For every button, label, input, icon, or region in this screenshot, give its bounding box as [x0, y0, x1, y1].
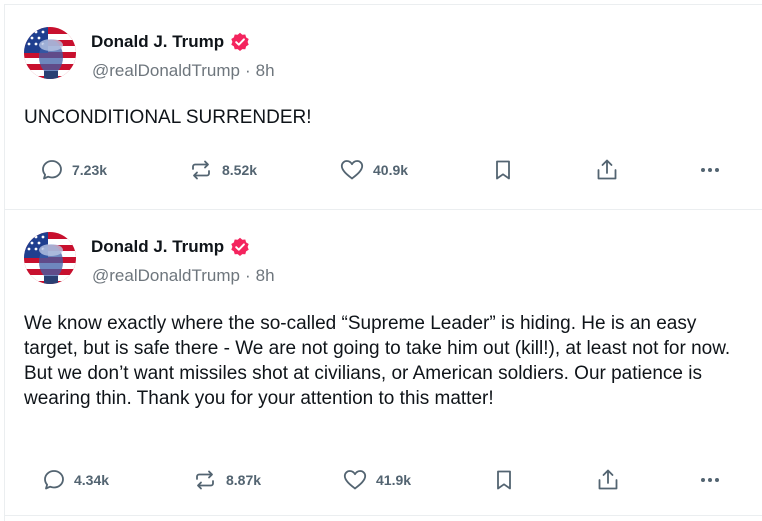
bookmark-icon	[492, 158, 514, 182]
avatar[interactable]	[24, 232, 76, 284]
feed-divider	[4, 515, 762, 516]
repost-icon	[192, 468, 218, 492]
meta-separator: ·	[244, 61, 251, 80]
post-text: UNCONDITIONAL SURRENDER!	[24, 107, 312, 128]
reply-count: 7.23k	[72, 162, 108, 178]
bookmark-button[interactable]	[492, 155, 514, 185]
share-button[interactable]	[594, 155, 620, 185]
author-name[interactable]: Donald J. Trump	[91, 237, 224, 257]
like-count: 40.9k	[373, 162, 409, 178]
reply-button[interactable]: 4.34k	[42, 465, 109, 495]
repost-icon	[188, 158, 214, 182]
verified-badge-icon	[230, 32, 250, 52]
bookmark-button[interactable]	[493, 465, 515, 495]
reply-button[interactable]: 7.23k	[40, 155, 107, 185]
more-button[interactable]	[698, 465, 722, 495]
author-name[interactable]: Donald J. Trump	[91, 32, 224, 52]
reply-icon	[40, 158, 64, 182]
repost-button[interactable]: 8.52k	[188, 155, 257, 185]
heart-icon	[342, 468, 368, 492]
reply-count: 4.34k	[74, 472, 110, 488]
share-icon	[594, 157, 620, 183]
share-button[interactable]	[595, 465, 621, 495]
like-count: 41.9k	[376, 472, 412, 488]
avatar[interactable]	[24, 27, 76, 79]
repost-count: 8.87k	[226, 472, 262, 488]
reply-icon	[42, 468, 66, 492]
repost-count: 8.52k	[222, 162, 258, 178]
feed: Donald J. Trump @realDonaldTrump · 8h UNCO…	[4, 0, 762, 521]
heart-icon	[339, 158, 365, 182]
post[interactable]: Donald J. Trump @realDonaldTrump · 8h We k…	[4, 209, 762, 516]
more-icon	[698, 158, 722, 182]
repost-button[interactable]: 8.87k	[192, 465, 261, 495]
post[interactable]: Donald J. Trump @realDonaldTrump · 8h UNCO…	[4, 4, 762, 209]
handle-row: @realDonaldTrump · 8h	[92, 266, 275, 286]
author-row: Donald J. Trump	[91, 236, 250, 258]
author-handle[interactable]: @realDonaldTrump	[92, 266, 240, 285]
bookmark-icon	[493, 468, 515, 492]
post-time[interactable]: 8h	[256, 61, 275, 80]
like-button[interactable]: 40.9k	[339, 155, 408, 185]
more-button[interactable]	[698, 155, 722, 185]
more-icon	[698, 468, 722, 492]
like-button[interactable]: 41.9k	[342, 465, 411, 495]
share-icon	[595, 467, 621, 493]
author-handle[interactable]: @realDonaldTrump	[92, 61, 240, 80]
post-text: We know exactly where the so-called “Sup…	[24, 313, 731, 409]
post-actions: 7.23k 8.52k 40.9k	[4, 155, 762, 185]
author-row: Donald J. Trump	[91, 31, 250, 53]
handle-row: @realDonaldTrump · 8h	[92, 61, 275, 81]
post-actions: 4.34k 8.87k 41.9k	[4, 465, 762, 495]
post-time[interactable]: 8h	[256, 266, 275, 285]
meta-separator: ·	[244, 266, 251, 285]
verified-badge-icon	[230, 237, 250, 257]
